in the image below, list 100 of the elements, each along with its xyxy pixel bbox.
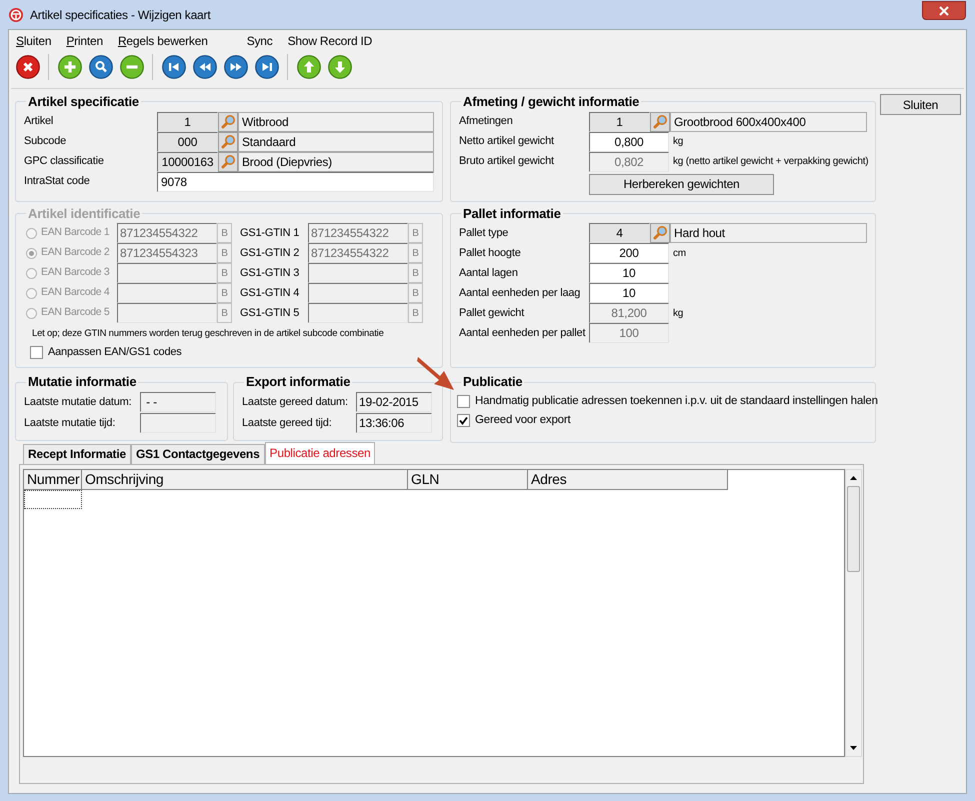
description-field[interactable]: Hard hout	[670, 223, 867, 243]
barcode-field[interactable]	[117, 263, 217, 283]
checkbox-label: Aanpassen EAN/GS1 codes	[48, 345, 182, 360]
code-field[interactable]: 1	[157, 112, 218, 132]
lookup-button[interactable]	[218, 112, 238, 132]
column-header[interactable]: GLN	[408, 470, 528, 490]
group-title: Pallet informatie	[462, 204, 562, 222]
minus-icon[interactable]	[120, 55, 144, 79]
info-field[interactable]: 19-02-2015	[356, 392, 432, 412]
gtin-field[interactable]	[308, 263, 408, 283]
close-icon	[938, 6, 950, 16]
group-title: Mutatie informatie	[27, 373, 138, 392]
grid-cell[interactable]	[24, 490, 82, 509]
radio-label: EAN Barcode 5	[41, 305, 110, 320]
magnifier-icon	[220, 154, 236, 170]
lookup-button[interactable]	[218, 132, 238, 152]
group-title: Publicatie	[462, 373, 524, 392]
checkbox-label: Gereed voor export	[475, 412, 570, 428]
unit-label: cm	[673, 246, 686, 260]
delete-icon[interactable]	[16, 55, 40, 79]
code-field[interactable]: 000	[157, 132, 218, 152]
rewind-icon[interactable]	[192, 55, 216, 79]
field-label: Aantal lagen	[459, 266, 519, 281]
description-field[interactable]: Brood (Diepvries)	[238, 152, 434, 172]
search-icon[interactable]	[88, 55, 112, 79]
field-label: Laatste mutatie datum:	[24, 395, 132, 410]
field-label: Pallet hoogte	[459, 246, 522, 261]
field-label: Afmetingen	[459, 114, 514, 130]
field-label: GS1-GTIN 1	[240, 226, 300, 241]
menu-item[interactable]: Sluiten	[16, 32, 52, 50]
code-field[interactable]: 1	[589, 112, 650, 132]
input-field[interactable]: 0,800	[589, 132, 669, 152]
field-label: Subcode	[24, 134, 68, 150]
tab[interactable]: Recept Informatie	[23, 444, 131, 464]
description-field[interactable]: Grootbrood 600x400x400	[670, 112, 867, 132]
unit-label: kg	[673, 306, 684, 320]
checkbox[interactable]	[457, 414, 470, 427]
field-label: Aantal eenheden per laag	[459, 286, 582, 301]
input-field[interactable]: 10	[589, 263, 669, 283]
checkbox[interactable]	[457, 394, 470, 408]
input-field[interactable]: 9078	[157, 172, 434, 192]
tab[interactable]: Publicatie adressen	[264, 442, 376, 464]
note-text: Let op; deze GTIN nummers worden terug geschreven in de artikel subcode combinatie	[32, 327, 385, 341]
checkbox-label: Handmatig publicatie adressen toekennen i.p.v. uit de standaard instellingen halen	[475, 394, 878, 409]
barcode-field[interactable]	[117, 303, 217, 323]
menu-item[interactable]: Show Record ID	[288, 32, 372, 50]
menu-item[interactable]: Printen	[66, 32, 103, 50]
gtin-field[interactable]	[308, 303, 408, 323]
magnifier-icon	[220, 134, 236, 150]
description-field[interactable]: Witbrood	[238, 112, 434, 132]
field-label: GS1-GTIN 5	[240, 306, 300, 321]
plus-icon[interactable]	[58, 55, 82, 79]
column-header[interactable]: Nummer	[24, 470, 82, 490]
field-label: Laatste mutatie tijd:	[24, 416, 116, 431]
field-label: GPC classificatie	[24, 154, 105, 170]
description-field[interactable]: Standaard	[238, 132, 434, 152]
magnifier-icon	[220, 114, 236, 130]
magnifier-icon	[652, 114, 668, 130]
input-field[interactable]: 100	[589, 323, 669, 343]
close-button[interactable]: Sluiten	[880, 94, 961, 115]
info-field[interactable]: 13:36:06	[356, 413, 432, 434]
close-button[interactable]	[922, 1, 966, 20]
input-field[interactable]: 81,200	[589, 303, 669, 323]
column-header[interactable]: Omschrijving	[82, 470, 408, 490]
info-field[interactable]: - -	[140, 392, 216, 412]
last-icon[interactable]	[254, 55, 278, 79]
field-label: Laatste gereed tijd:	[242, 416, 333, 431]
code-field[interactable]: 10000163	[157, 152, 218, 172]
barcode-field[interactable]	[117, 283, 217, 303]
menu-item[interactable]: Sync	[246, 32, 273, 50]
field-label: Laatste gereed datum:	[242, 395, 349, 410]
lookup-button[interactable]	[218, 152, 238, 172]
fast-forward-icon[interactable]	[224, 55, 248, 79]
radio-label: EAN Barcode 2	[41, 245, 110, 260]
input-field[interactable]: 0,802	[589, 152, 669, 172]
field-label: Bruto artikel gewicht	[459, 154, 555, 170]
column-header[interactable]: Adres	[528, 470, 728, 490]
lookup-button[interactable]	[650, 223, 670, 243]
input-field[interactable]: 200	[589, 243, 669, 263]
first-icon[interactable]	[162, 55, 186, 79]
group-title: Afmeting / gewicht informatie	[462, 93, 640, 111]
field-label: Aantal eenheden per pallet	[459, 326, 586, 341]
gtin-field[interactable]	[308, 283, 408, 303]
menu-item[interactable]: Regels bewerken	[118, 32, 208, 50]
info-field[interactable]	[140, 413, 216, 434]
radio-label: EAN Barcode 1	[41, 225, 110, 240]
input-field[interactable]: 10	[589, 283, 669, 303]
radio-label: EAN Barcode 3	[41, 265, 110, 280]
field-label: Netto artikel gewicht	[459, 134, 555, 150]
tab[interactable]: GS1 Contactgegevens	[130, 444, 265, 464]
scroll-thumb[interactable]	[847, 486, 860, 572]
code-field[interactable]: 4	[589, 223, 650, 243]
lookup-button[interactable]	[650, 112, 670, 132]
unit-label: kg (netto artikel gewicht + verpakking gewicht)	[673, 155, 868, 169]
group-title: Artikel identificatie	[27, 204, 142, 222]
field-label: GS1-GTIN 3	[240, 266, 300, 281]
window-title: Artikel specificaties - Wijzigen kaart	[30, 6, 210, 24]
recalculate-button[interactable]: Herbereken gewichten	[589, 174, 774, 194]
scrollbar[interactable]	[845, 468, 862, 757]
group-title: Artikel specificatie	[27, 93, 140, 111]
